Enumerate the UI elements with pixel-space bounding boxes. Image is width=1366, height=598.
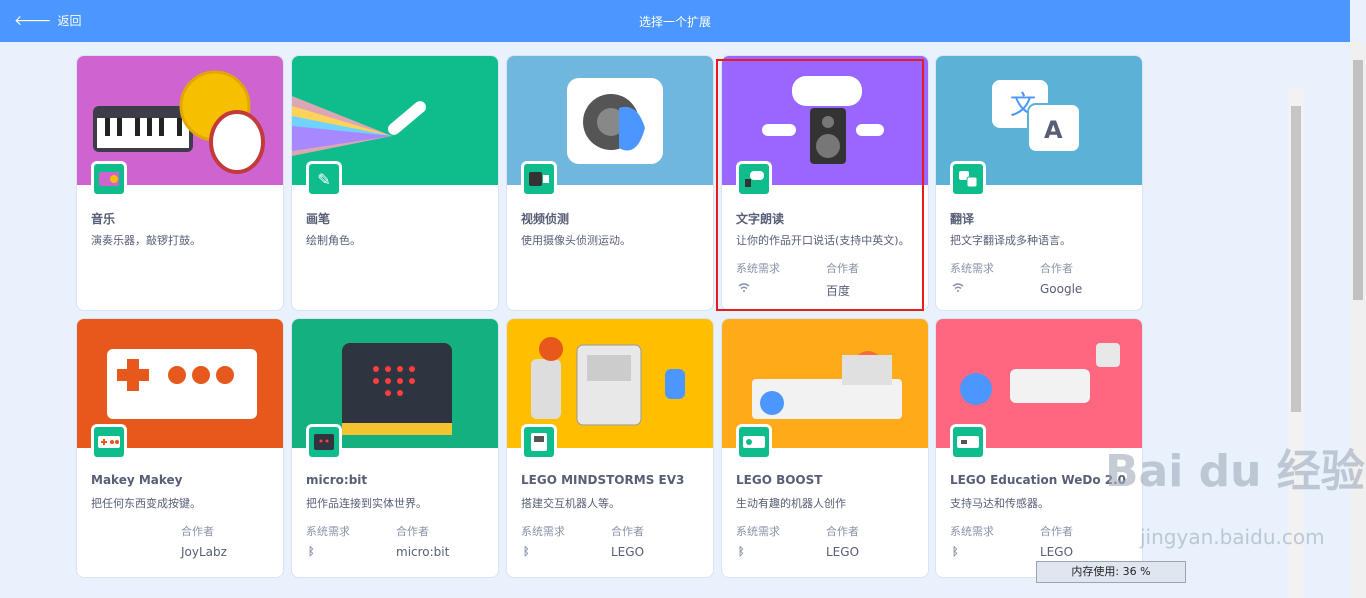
card-description: 生动有趣的机器人创作: [736, 497, 846, 510]
speech-icon: [736, 161, 772, 197]
collab-label: 合作者: [181, 525, 214, 538]
pen-icon: ✎: [306, 161, 342, 197]
watermark-url: jingyan.baidu.com: [1140, 525, 1325, 549]
microbit-icon: [306, 424, 342, 460]
card-description: 使用摄像头侦测运动。: [521, 234, 631, 247]
collab-label: 合作者: [826, 262, 859, 275]
bluetooth-icon: ᛒ: [738, 545, 745, 558]
card-title: LEGO Education WeDo 2.0: [950, 473, 1127, 487]
card-description: 把作品连接到实体世界。: [306, 497, 427, 510]
bluetooth-icon: ᛒ: [308, 545, 315, 558]
collab-label: 合作者: [826, 525, 859, 538]
scrollbar-thumb[interactable]: [1291, 106, 1301, 412]
sys-req-label: 系统需求: [306, 525, 350, 538]
extension-card-translate[interactable]: 文 A 翻译 把文字翻译成多种语言。 系统需求 合作者 Google: [935, 55, 1143, 311]
extension-card-pen[interactable]: ✎ 画笔 绘制角色。: [291, 55, 499, 311]
card-title: 文字朗读: [736, 212, 785, 226]
collaborator: 百度: [826, 284, 851, 298]
sys-req-label: 系统需求: [736, 525, 780, 538]
boost-hub-icon: [736, 424, 772, 460]
sys-req-label: 系统需求: [950, 525, 994, 538]
bluetooth-icon: ᛒ: [952, 545, 959, 558]
wedo-hub-icon: [950, 424, 986, 460]
card-description: 演奏乐器，敲锣打鼓。: [91, 234, 201, 247]
card-title: Makey Makey: [91, 473, 183, 487]
collaborator: JoyLabz: [181, 545, 227, 559]
collaborator: LEGO: [826, 545, 860, 559]
translate-icon: [950, 161, 986, 197]
makey-makey-icon: [91, 424, 127, 460]
extension-card-makey-makey[interactable]: Makey Makey 把任何东西变成按键。 合作者 JoyLabz: [76, 318, 284, 578]
wifi-icon: [738, 282, 750, 295]
card-description: 让你的作品开口说话(支持中英文)。: [736, 234, 910, 247]
wifi-icon: [952, 282, 964, 295]
collab-label: 合作者: [1040, 525, 1073, 538]
memory-usage: 内存使用: 36 %: [1036, 561, 1186, 583]
extension-card-text-to-speech[interactable]: 文字朗读 让你的作品开口说话(支持中英文)。 系统需求 合作者 百度: [721, 55, 929, 311]
scrollbar-thumb[interactable]: [1353, 60, 1363, 300]
card-title: 翻译: [950, 212, 975, 226]
sys-req-label: 系统需求: [736, 262, 780, 275]
card-title: 画笔: [306, 212, 331, 226]
card-title: LEGO MINDSTORMS EV3: [521, 473, 685, 487]
page-title: 选择一个扩展: [638, 15, 711, 29]
card-title: LEGO BOOST: [736, 473, 823, 487]
card-title: micro:bit: [306, 473, 368, 487]
collaborator: micro:bit: [396, 545, 450, 559]
card-description: 绘制角色。: [306, 234, 361, 247]
sys-req-label: 系统需求: [950, 262, 994, 275]
card-description: 把文字翻译成多种语言。: [950, 234, 1071, 247]
svg-text:A: A: [1044, 116, 1063, 144]
bluetooth-icon: ᛒ: [523, 545, 530, 558]
card-description: 把任何东西变成按键。: [91, 497, 201, 510]
collab-label: 合作者: [611, 525, 644, 538]
collab-label: 合作者: [1040, 262, 1073, 275]
watermark-brand: Bai du 经验: [1105, 446, 1365, 497]
card-description: 搭建交互机器人等。: [521, 497, 620, 510]
card-description: 支持马达和传感器。: [950, 497, 1049, 510]
extension-library: 音乐 演奏乐器，敲锣打鼓。 ✎ 画笔 绘制角色。 视频侦测 使用摄像头侦测运动。…: [0, 42, 1350, 598]
extension-card-video-sensing[interactable]: 视频侦测 使用摄像头侦测运动。: [506, 55, 714, 311]
video-camera-icon: [521, 161, 557, 197]
sys-req-label: 系统需求: [521, 525, 565, 538]
extension-card-music[interactable]: 音乐 演奏乐器，敲锣打鼓。: [76, 55, 284, 311]
extension-card-boost[interactable]: LEGO BOOST 生动有趣的机器人创作 系统需求 合作者 ᛒ LEGO: [721, 318, 929, 578]
collaborator: LEGO: [611, 545, 645, 559]
collaborator: Google: [1040, 282, 1083, 296]
collaborator: LEGO: [1040, 545, 1074, 559]
collab-label: 合作者: [396, 525, 429, 538]
card-title: 视频侦测: [521, 212, 570, 226]
window-scrollbar[interactable]: [1350, 42, 1366, 598]
card-title: 音乐: [91, 212, 116, 226]
music-icon: [91, 161, 127, 197]
extension-card-ev3[interactable]: LEGO MINDSTORMS EV3 搭建交互机器人等。 系统需求 合作者 ᛒ…: [506, 318, 714, 578]
ev3-brick-icon: [521, 424, 557, 460]
extension-card-microbit[interactable]: micro:bit 把作品连接到实体世界。 系统需求 合作者 ᛒ micro:b…: [291, 318, 499, 578]
library-scrollbar[interactable]: [1288, 88, 1304, 598]
header-bar: 🡐 返回 选择一个扩展: [0, 0, 1350, 42]
